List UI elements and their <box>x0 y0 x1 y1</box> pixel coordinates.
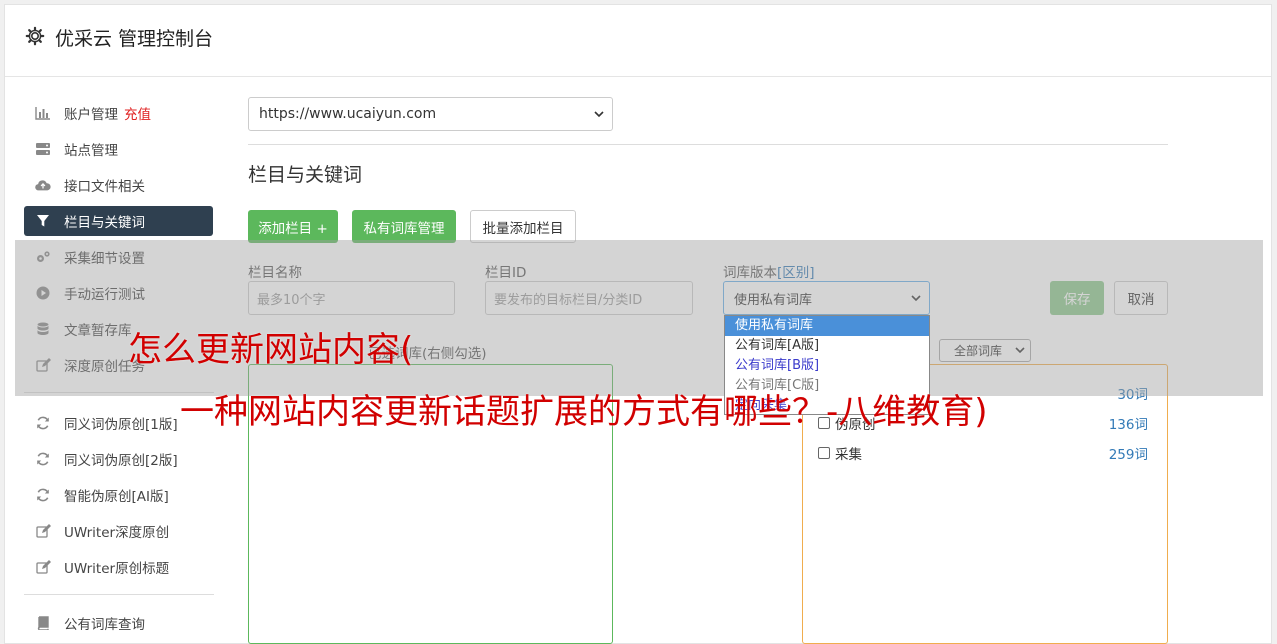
dropdown-option[interactable]: 公有词库[B版] <box>725 356 929 376</box>
divider <box>248 144 1168 145</box>
chevron-down-icon <box>594 111 604 118</box>
sidebar-item-uwriter-title[interactable]: UWriter原创标题 <box>24 552 213 582</box>
refresh-icon <box>35 415 51 431</box>
gear-icon <box>25 26 45 46</box>
sidebar-item-label: 智能伪原创[AI版] <box>64 489 169 505</box>
console-header: 优采云 管理控制台 <box>5 5 1271 77</box>
sidebar-item-public-lib-query[interactable]: 公有词库查询 <box>24 608 213 638</box>
list-item[interactable]: 采集 259词 <box>818 443 1148 463</box>
refresh-icon <box>35 487 51 503</box>
cloud-upload-icon <box>35 177 51 193</box>
refresh-icon <box>35 451 51 467</box>
sidebar-item-interface-files[interactable]: 接口文件相关 <box>24 170 213 200</box>
sidebar-item-synonym-v2[interactable]: 同义词伪原创[2版] <box>24 444 213 474</box>
bar-chart-icon <box>35 105 51 121</box>
site-select-value: https://www.ucaiyun.com <box>259 106 437 122</box>
batch-add-column-button[interactable]: 批量添加栏目 <box>470 210 576 243</box>
sidebar-item-label: UWriter原创标题 <box>64 561 170 577</box>
edit-icon <box>35 523 51 539</box>
private-lib-button[interactable]: 私有词库管理 <box>352 210 456 243</box>
site-select[interactable]: https://www.ucaiyun.com <box>248 97 613 131</box>
server-icon <box>35 141 51 157</box>
sidebar-item-label: 栏目与关键词 <box>64 215 145 231</box>
sidebar-item-columns-keywords[interactable]: 栏目与关键词 <box>24 206 213 236</box>
sidebar-item-label: 接口文件相关 <box>64 179 145 195</box>
dropdown-option[interactable]: 公有词库[A版] <box>725 336 929 356</box>
lib-count: 259词 <box>1108 447 1148 463</box>
sidebar-item-label: 站点管理 <box>64 143 118 159</box>
checkbox[interactable] <box>818 447 830 459</box>
sidebar-item-label: 同义词伪原创[1版] <box>64 417 178 433</box>
sidebar-divider <box>24 594 214 595</box>
overlay-band <box>15 240 1263 396</box>
watermark-line-1: 怎么更新网站内容( <box>128 330 414 370</box>
sidebar-item-account[interactable]: 账户管理 充值 <box>24 98 213 128</box>
page-title: 优采云 管理控制台 <box>55 28 214 50</box>
lib-name: 采集 <box>835 447 862 463</box>
sidebar-item-label: 账户管理 <box>64 107 118 123</box>
lib-count: 136词 <box>1108 417 1148 433</box>
sidebar-item-ai-rewrite[interactable]: 智能伪原创[AI版] <box>24 480 213 510</box>
add-column-button[interactable]: 添加栏目 + <box>248 210 338 243</box>
sidebar-item-label: UWriter深度原创 <box>64 525 170 541</box>
section-title: 栏目与关键词 <box>248 164 363 186</box>
watermark-line-2: 一种网站内容更新话题扩展的方式有哪些？-八维教育) <box>180 392 988 432</box>
recharge-link[interactable]: 充值 <box>124 103 151 123</box>
dropdown-option[interactable]: 使用私有词库 <box>725 316 929 336</box>
sidebar-item-label: 同义词伪原创[2版] <box>64 453 178 469</box>
book-icon <box>35 615 51 631</box>
filter-icon <box>35 213 51 229</box>
sidebar-item-label: 公有词库查询 <box>64 617 145 633</box>
edit-icon <box>35 559 51 575</box>
sidebar-item-uwriter-deep[interactable]: UWriter深度原创 <box>24 516 213 546</box>
sidebar-item-sites[interactable]: 站点管理 <box>24 134 213 164</box>
